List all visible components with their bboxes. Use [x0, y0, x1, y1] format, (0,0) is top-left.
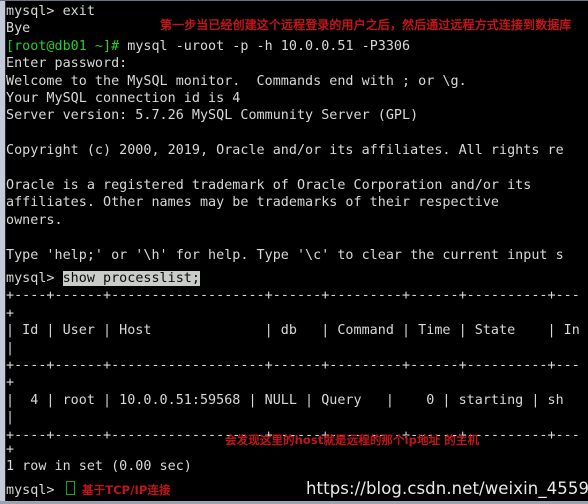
terminal-line-shell-prompt: [root@db01 ~]# mysql -uroot -p -h 10.0.0…	[6, 38, 410, 55]
annotation-prompt-note: 基于TCP/IP连接	[82, 483, 171, 497]
table-row: | 4 | root | 10.0.0.51:59568 | NULL | Qu…	[6, 392, 564, 408]
result-status-line: 1 row in set (0.00 sec)	[6, 459, 192, 475]
terminal-cursor	[66, 481, 75, 495]
table-border: +----+------+-------------------+------+…	[6, 288, 580, 304]
terminal-line: owners.	[6, 212, 63, 228]
shell-command: mysql -uroot -p -h 10.0.0.51 -P3306	[127, 38, 411, 54]
terminal-window: mysql> exit Bye [root@db01 ~]# mysql -ur…	[0, 0, 588, 504]
annotation-host-note: 会发现这里的host就是远程的那个ip地址 的主机	[225, 433, 480, 447]
table-row-wrap: |	[6, 410, 15, 426]
terminal-line: Type 'help;' or '\h' for help. Type '\c'…	[6, 247, 564, 263]
terminal-line: Bye	[6, 21, 31, 37]
table-border-wrap: +	[6, 305, 15, 321]
terminal-line: Welcome to the MySQL monitor. Commands e…	[6, 73, 467, 89]
terminal-line: affiliates. Other names may be trademark…	[6, 195, 499, 211]
mysql-prompt: mysql>	[6, 271, 63, 286]
terminal-line: Your MySQL connection id is 4	[6, 91, 241, 106]
terminal-screen[interactable]: mysql> exit Bye [root@db01 ~]# mysql -ur…	[6, 1, 588, 501]
terminal-line-mysql-prompt: mysql> show processlist;	[6, 270, 200, 287]
mysql-prompt: mysql>	[6, 483, 63, 498]
selected-command-text[interactable]: show processlist;	[62, 271, 200, 286]
table-header-row: | Id | User | Host | db | Command | Time…	[6, 323, 580, 339]
csdn-watermark: https://blog.csdn.net/weixin_45598345	[306, 479, 588, 498]
table-border-wrap: +	[6, 442, 15, 457]
terminal-line: mysql> exit	[6, 4, 95, 19]
table-border: +----+------+-------------------+------+…	[6, 358, 580, 373]
terminal-line: Oracle is a registered trademark of Orac…	[6, 178, 532, 193]
shell-prompt: [root@db01 ~]#	[6, 38, 128, 54]
table-border-wrap: +	[6, 375, 15, 391]
annotation-top-note: 第一步当已经创建这个远程登录的用户之后，然后通过远程方式连接到数据库	[160, 18, 572, 32]
terminal-line: Server version: 5.7.26 MySQL Community S…	[6, 108, 419, 124]
table-header-row-wrap: |	[6, 340, 15, 356]
terminal-line-mysql-prompt-final: mysql>	[6, 482, 63, 499]
terminal-line: Enter password:	[6, 56, 128, 72]
terminal-line: Copyright (c) 2000, 2019, Oracle and/or …	[6, 143, 564, 159]
terminal-scrollbar[interactable]	[0, 1, 6, 501]
